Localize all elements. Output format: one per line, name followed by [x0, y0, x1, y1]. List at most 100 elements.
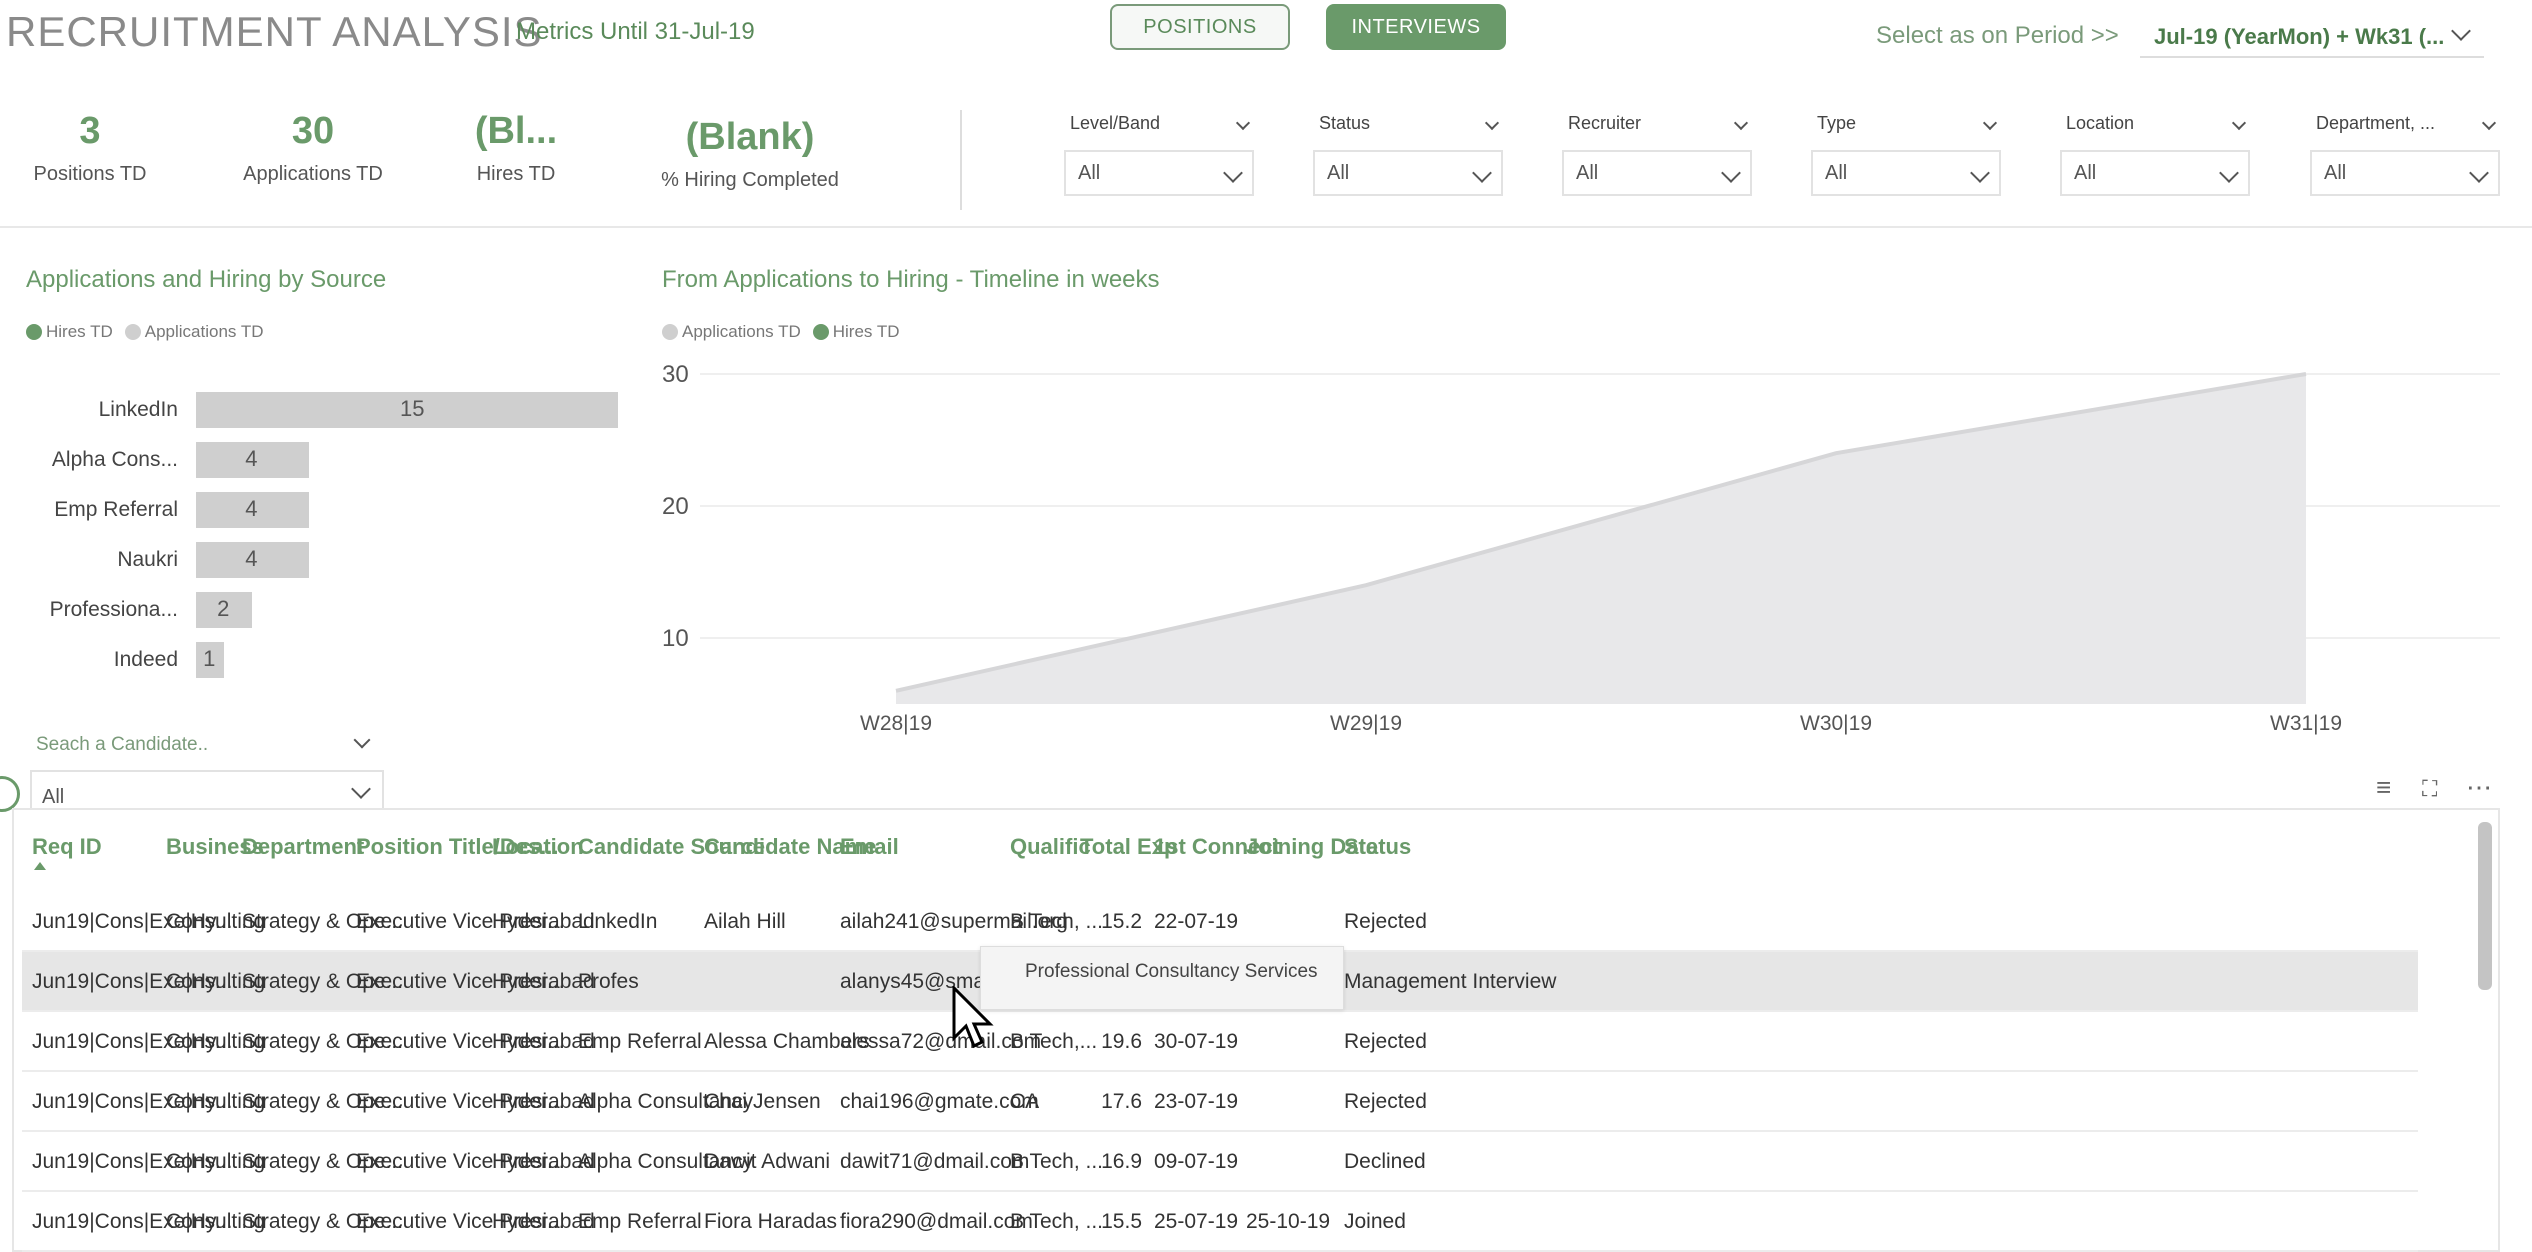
- slicer-department[interactable]: Department, ... All: [2310, 108, 2500, 196]
- table-row[interactable]: Jun19|Cons|Exe|Hy... Consulting Strategy &…: [22, 892, 2418, 952]
- table-cell: B Tech, ...: [1010, 910, 1103, 933]
- page-title: RECRUITMENT ANALYSIS: [6, 8, 543, 55]
- bar-row: LinkedIn 15: [20, 390, 620, 430]
- slicer-status[interactable]: Status All: [1313, 108, 1503, 196]
- interviews-tab-button[interactable]: INTERVIEWS: [1326, 4, 1506, 50]
- chevron-down-icon: [1472, 163, 1492, 183]
- kpi-hires: (Bl... Hires TD: [446, 110, 586, 186]
- table-cell: 17.6: [1101, 1090, 1142, 1113]
- kpi-value: (Blank): [685, 116, 815, 158]
- table-cell: 23-07-19: [1154, 1090, 1239, 1113]
- table-cell: Declined: [1344, 1150, 1426, 1173]
- kpi-value: 30: [291, 110, 335, 152]
- chevron-down-icon: [1982, 115, 1998, 131]
- table-row[interactable]: Jun19|Cons|Exe|Hy... Consulting Strategy &…: [22, 1192, 2418, 1252]
- slicer-dropdown[interactable]: All: [1064, 150, 1254, 196]
- bar-value-label: 4: [245, 496, 258, 521]
- chevron-down-icon: [1970, 163, 1990, 183]
- chevron-down-icon: [1235, 115, 1251, 131]
- bar-row: Professiona... 2: [20, 590, 620, 630]
- candidate-search-dropdown[interactable]: All: [30, 770, 384, 812]
- table-row[interactable]: Jun19|Cons|Exe|Hy... Consulting Strategy &…: [22, 1072, 2418, 1132]
- column-header[interactable]: Location: [492, 834, 584, 860]
- table-cell: Dawit Adwani: [704, 1150, 831, 1173]
- timeline-area-chart: 30 20 10 W28|19 W29|19 W30|19 W31|19: [662, 361, 2500, 735]
- slicer-recruiter[interactable]: Recruiter All: [1562, 108, 1752, 196]
- column-header[interactable]: Qualific: [1010, 834, 1091, 860]
- mouse-cursor-icon: [952, 986, 994, 1049]
- slicer-dropdown[interactable]: All: [2310, 150, 2500, 196]
- bar-value-label: 4: [245, 446, 258, 471]
- table-cell: 25-07-19: [1154, 1210, 1239, 1233]
- legend-dot: [26, 324, 42, 340]
- slicer-value: All: [1576, 161, 1599, 184]
- period-dropdown[interactable]: Jul-19 (YearMon) + Wk31 (...: [2140, 14, 2484, 58]
- table-cell: 15.2: [1101, 910, 1142, 933]
- table-cell: 15.5: [1101, 1210, 1142, 1233]
- sort-ascending-icon: [34, 862, 46, 870]
- table-header-row: Req ID Business Department Position Titl…: [22, 818, 2418, 892]
- kpi-label: Positions TD: [33, 163, 147, 185]
- metrics-until-label: Metrics Until 31-Jul-19: [516, 18, 755, 45]
- table-cell: LinkedIn: [578, 910, 658, 933]
- chevron-down-icon: [2481, 115, 2497, 131]
- slicer-type[interactable]: Type All: [1811, 108, 2001, 196]
- slicer-dropdown[interactable]: All: [1313, 150, 1503, 196]
- column-header[interactable]: Email: [840, 834, 899, 860]
- kpi-hiring-completed: (Blank) % Hiring Completed: [640, 116, 860, 192]
- bar-row: Emp Referral 4: [20, 490, 620, 530]
- table-row[interactable]: Jun19|Cons|Exe|Hy... Consulting Strategy &…: [22, 1132, 2418, 1192]
- table-cell: dawit71@dmail.com: [840, 1150, 1030, 1173]
- chevron-down-icon: [1721, 163, 1741, 183]
- bar-value-label: 4: [245, 546, 258, 571]
- positions-tab-button[interactable]: POSITIONS: [1110, 4, 1290, 50]
- slicer-dropdown[interactable]: All: [2060, 150, 2250, 196]
- x-tick-label: W30|19: [1800, 712, 1872, 735]
- kpi-label: Applications TD: [243, 163, 383, 185]
- table-row[interactable]: Jun19|Cons|Exe|Hy... Consulting Strategy &…: [22, 1012, 2418, 1072]
- header-divider: [0, 226, 2532, 228]
- y-tick-label: 30: [662, 361, 689, 388]
- legend-label: Hires TD: [832, 322, 900, 341]
- more-options-icon[interactable]: ⋯: [2466, 772, 2492, 803]
- table-cell: Ailah Hill: [704, 910, 786, 933]
- area-fill: [896, 374, 2306, 704]
- x-tick-label: W29|19: [1330, 712, 1402, 735]
- tooltip: Professional Consultancy Services: [980, 946, 1344, 1010]
- focus-mode-icon[interactable]: ⛶: [2422, 776, 2437, 802]
- table-cell: Rejected: [1344, 1030, 1427, 1053]
- y-tick-label: 20: [662, 493, 689, 520]
- slicer-dropdown[interactable]: All: [1562, 150, 1752, 196]
- timeline-chart-title: From Applications to Hiring - Timeline i…: [662, 266, 1160, 293]
- period-label: Select as on Period >>: [1876, 22, 2119, 49]
- candidate-table: Req ID Business Department Position Titl…: [12, 808, 2500, 1252]
- table-cell: B Tech, ...: [1010, 1210, 1103, 1233]
- column-header[interactable]: Req ID: [32, 834, 102, 860]
- kpi-label: % Hiring Completed: [661, 169, 839, 191]
- slicer-dropdown[interactable]: All: [1811, 150, 2001, 196]
- table-cell: CA: [1010, 1090, 1040, 1113]
- chevron-down-icon: [2219, 163, 2239, 183]
- table-scrollbar[interactable]: [2478, 822, 2492, 990]
- slicer-value: All: [1078, 161, 1101, 184]
- filter-icon[interactable]: ≡: [2376, 772, 2391, 803]
- table-cell: Profes: [578, 970, 639, 993]
- slicer-location[interactable]: Location All: [2060, 108, 2250, 196]
- slicer-title: Location: [2066, 112, 2135, 133]
- legend-dot: [124, 324, 141, 340]
- table-cell: fiora290@dmail.com: [840, 1210, 1033, 1233]
- slicer-level-band[interactable]: Level/Band All: [1064, 108, 1254, 196]
- column-header[interactable]: Department: [242, 834, 364, 860]
- table-cell: Emp Referral: [578, 1210, 702, 1233]
- column-header[interactable]: Status: [1344, 834, 1411, 860]
- slicer-title: Status: [1319, 112, 1371, 133]
- slicer-value: All: [2324, 161, 2347, 184]
- timeline-chart-legend: Applications TD Hires TD: [662, 322, 900, 342]
- legend-dot: [662, 324, 678, 340]
- table-cell: 16.9: [1101, 1150, 1142, 1173]
- back-icon[interactable]: [0, 776, 20, 812]
- kpi-positions: 3 Positions TD: [20, 110, 160, 186]
- report-canvas: RECRUITMENT ANALYSIS Metrics Until 31-Ju…: [0, 0, 2532, 1252]
- chevron-down-icon: [2231, 115, 2247, 131]
- table-cell: Rejected: [1344, 910, 1427, 933]
